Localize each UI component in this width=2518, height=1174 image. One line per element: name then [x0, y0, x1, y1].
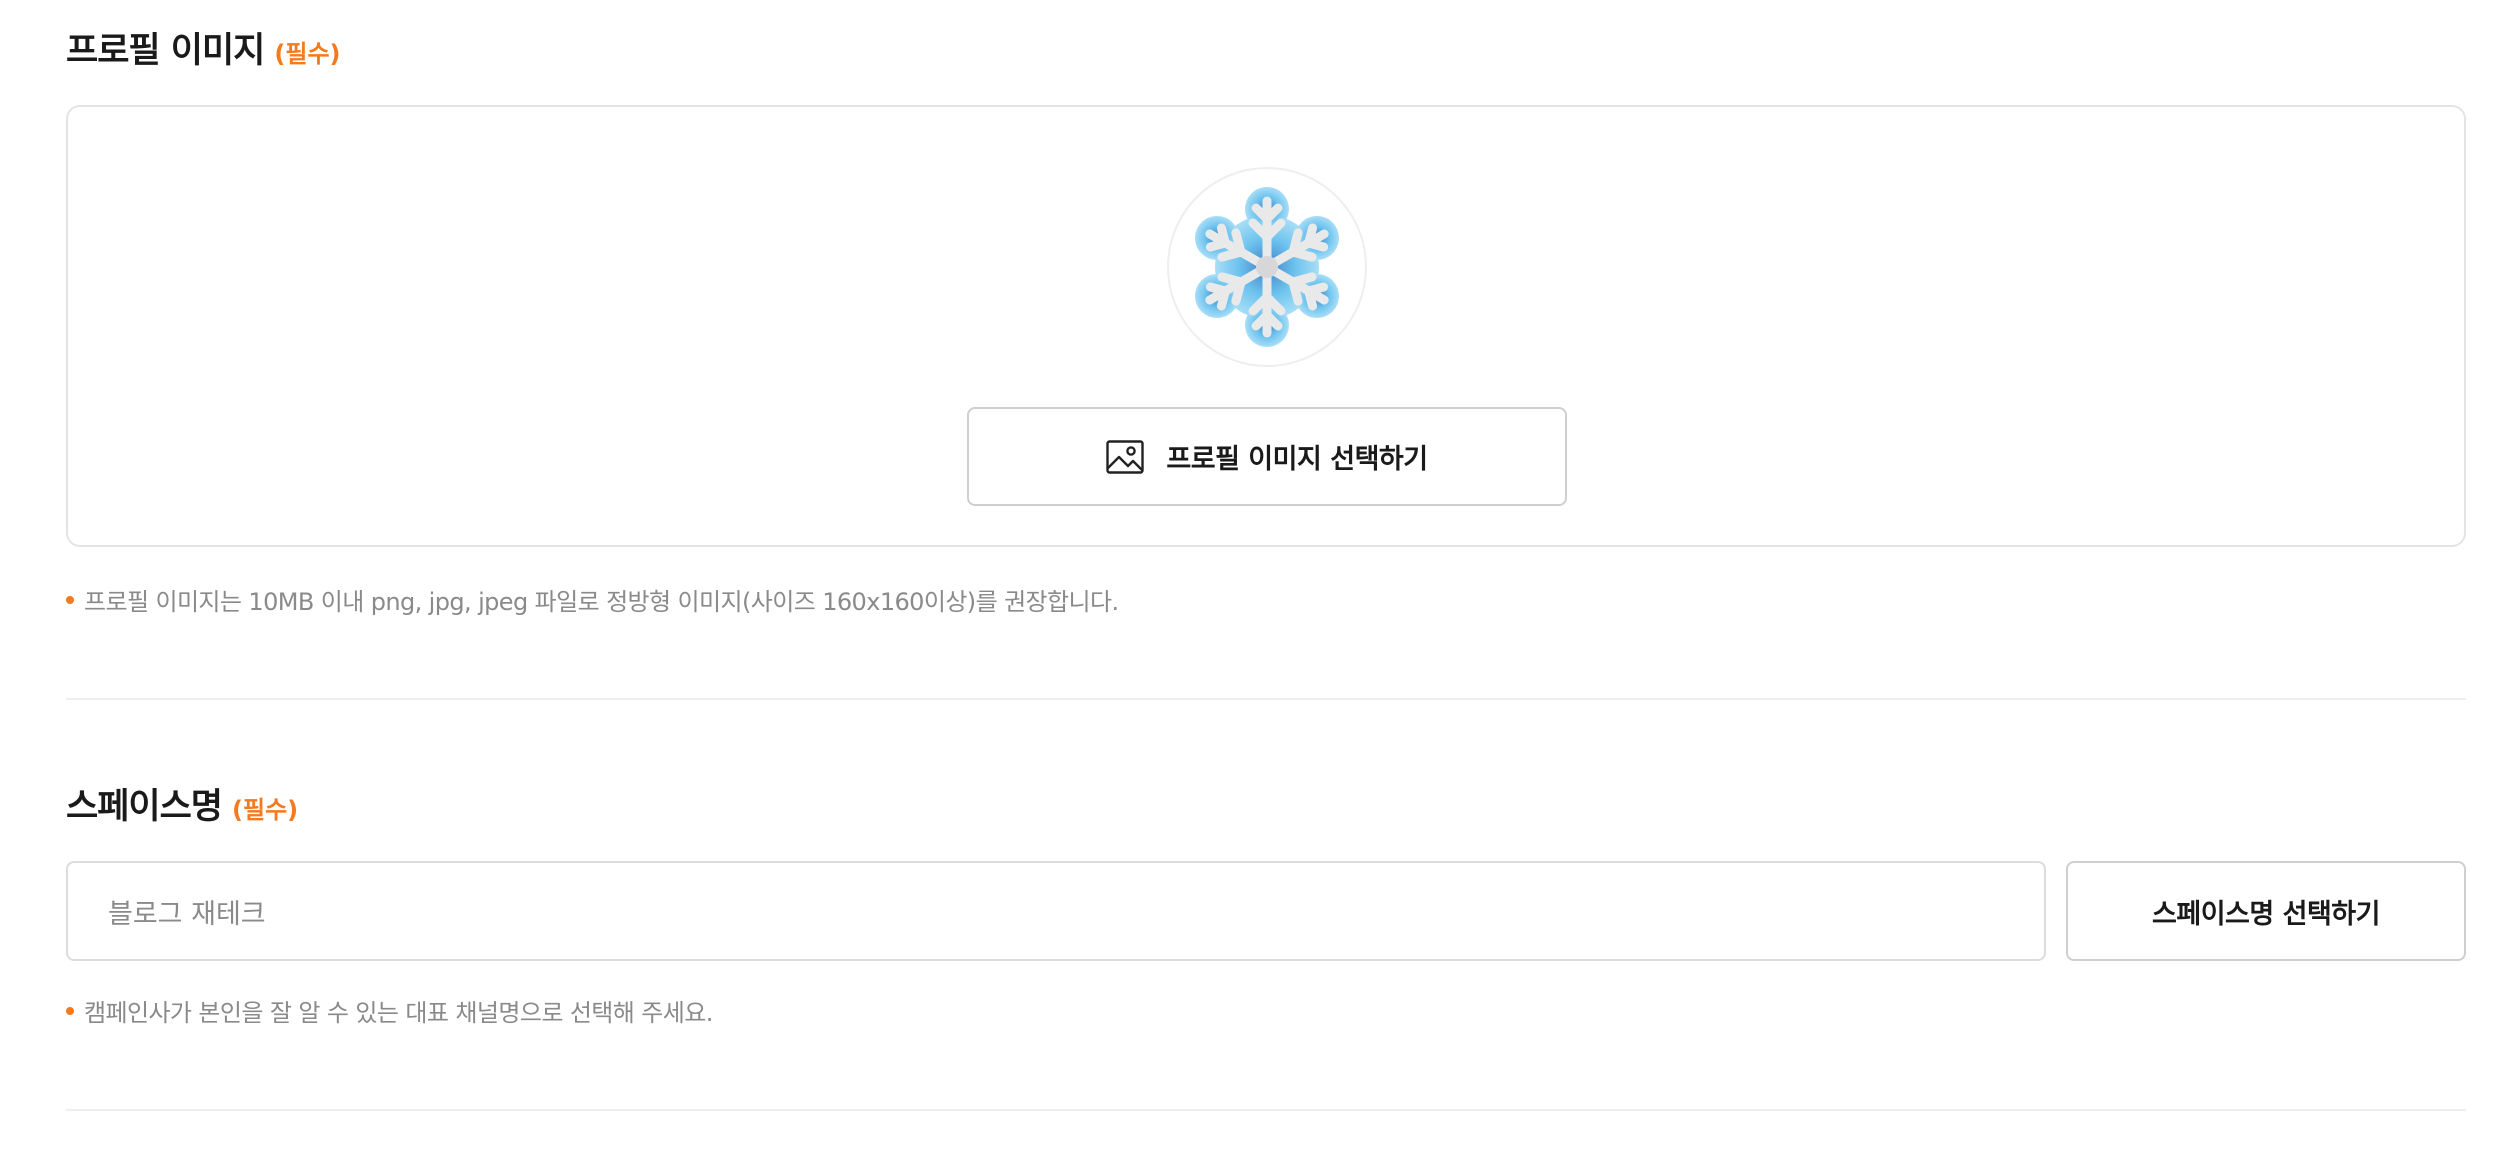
required-badge: (필수): [274, 40, 341, 68]
space-name-input[interactable]: [66, 861, 2046, 961]
bullet-dot: [66, 1006, 74, 1015]
required-badge: (필수): [232, 796, 299, 824]
avatar: [1167, 167, 1367, 367]
section-divider: [66, 698, 2466, 700]
snowflake-icon: [1195, 187, 1339, 347]
select-profile-image-label: 프로필 이미지 선택하기: [1166, 444, 1428, 475]
space-name-heading: 스페이스명 (필수): [66, 778, 298, 829]
select-space-name-button[interactable]: 스페이스명 선택하기: [2066, 861, 2466, 961]
section-divider: [66, 1109, 2466, 1111]
space-name-note-text: 캠페인사가 본인을 잘 알 수 있는 대표 채널명으로 선택해 주세요.: [84, 999, 713, 1027]
select-space-name-label: 스페이스명 선택하기: [2152, 898, 2380, 930]
profile-settings-form: 프로필 이미지 (필수) 프로필 이미지 선택하기 프로필 이미지는 10MB …: [0, 0, 2518, 1174]
profile-image-upload-box: 프로필 이미지 선택하기: [66, 105, 2466, 547]
space-name-title: 스페이스명: [66, 787, 223, 827]
image-icon: [1106, 439, 1145, 474]
bullet-dot: [66, 595, 74, 604]
space-name-note: 캠페인사가 본인을 잘 알 수 있는 대표 채널명으로 선택해 주세요.: [66, 993, 713, 1028]
profile-image-note: 프로필 이미지는 10MB 이내 png, jpg, jpeg 파일로 정방형 …: [66, 582, 1119, 617]
profile-image-note-text: 프로필 이미지는 10MB 이내 png, jpg, jpeg 파일로 정방형 …: [84, 588, 1119, 616]
profile-image-heading: 프로필 이미지 (필수): [66, 22, 341, 73]
select-profile-image-button[interactable]: 프로필 이미지 선택하기: [967, 407, 1567, 506]
profile-image-title: 프로필 이미지: [66, 31, 265, 71]
